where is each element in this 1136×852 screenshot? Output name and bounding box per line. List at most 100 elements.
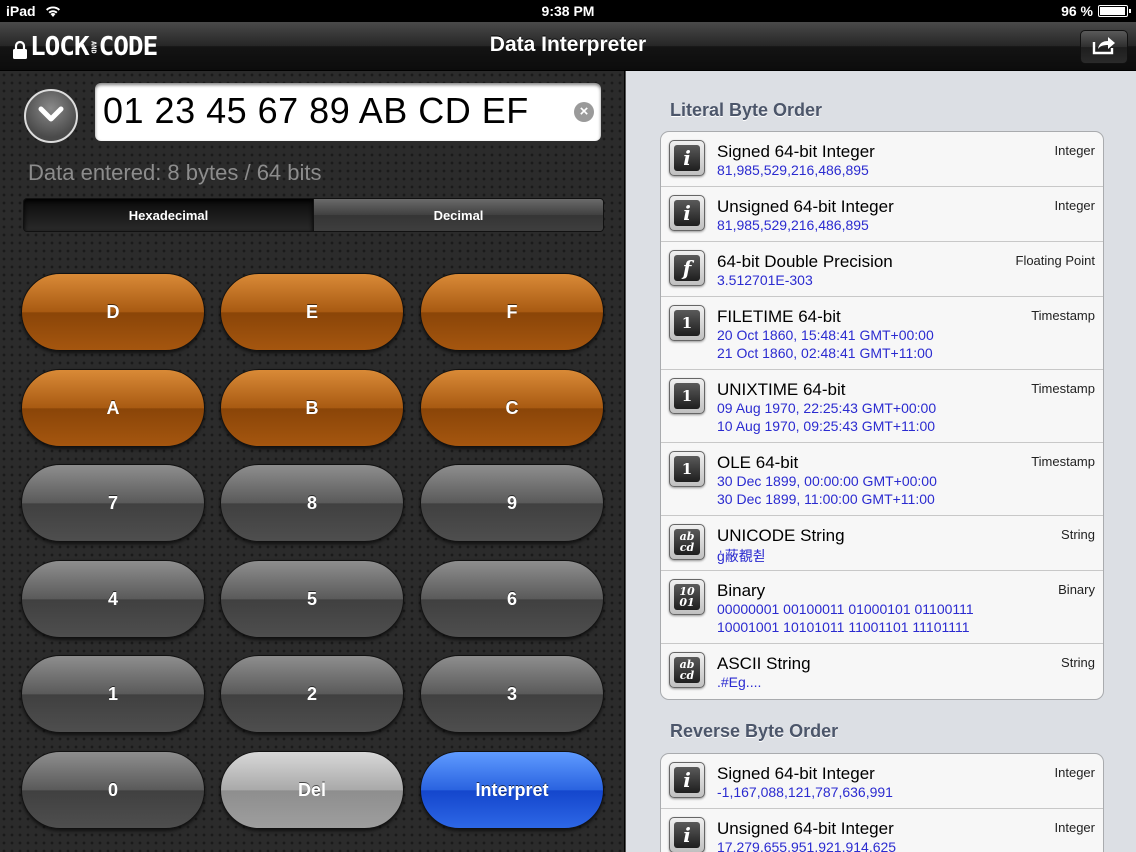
result-value: 17,279,655,951,921,914,625 — [717, 839, 897, 852]
float-icon: f — [669, 250, 705, 286]
result-name: ASCII String — [717, 654, 811, 673]
result-value-local: 30 Dec 1899, 11:00:00 GMT+11:00 — [717, 491, 935, 507]
status-bar: iPad 9:38 PM 96 % — [0, 0, 1136, 22]
result-value-local: 10 Aug 1970, 09:25:43 GMT+11:00 — [717, 418, 936, 434]
result-value: 81,985,529,216,486,895 — [717, 162, 869, 178]
interpret-button[interactable]: Interpret — [420, 751, 604, 829]
data-input[interactable]: 01 23 45 67 89 AB CD EF × — [95, 83, 601, 141]
key-2[interactable]: 2 — [220, 655, 404, 733]
result-name: Unsigned 64-bit Integer — [717, 819, 894, 838]
result-name: UNICODE String — [717, 526, 845, 545]
clock: 9:38 PM — [541, 3, 595, 19]
delete-button[interactable]: Del — [220, 751, 404, 829]
key-7[interactable]: 7 — [21, 464, 205, 542]
result-row-unicode[interactable]: ab cd UNICODE String String ģ蔽覩췯 — [661, 516, 1103, 571]
result-type: Integer — [1054, 198, 1095, 213]
literal-results-group: i Signed 64-bit Integer Integer 81,985,5… — [660, 131, 1104, 700]
result-name: Signed 64-bit Integer — [717, 142, 875, 161]
result-type: Binary — [1058, 582, 1095, 597]
result-name: OLE 64-bit — [717, 453, 799, 472]
base-segmented-control: Hexadecimal Decimal — [23, 198, 604, 232]
result-row-signed-int-reverse[interactable]: i Signed 64-bit Integer Integer -1,167,0… — [661, 754, 1103, 809]
result-name: Unsigned 64-bit Integer — [717, 197, 894, 216]
section-header-literal: Literal Byte Order — [670, 100, 823, 120]
data-input-value: 01 23 45 67 89 AB CD EF — [103, 90, 529, 131]
share-icon — [1091, 35, 1117, 60]
battery-fill — [1100, 7, 1125, 15]
string-icon: ab cd — [669, 524, 705, 560]
result-type: Timestamp — [1031, 454, 1095, 469]
key-9[interactable]: 9 — [420, 464, 604, 542]
result-name: Signed 64-bit Integer — [717, 764, 875, 783]
result-name: Binary — [717, 581, 766, 600]
result-row-double[interactable]: f 64-bit Double Precision Floating Point… — [661, 242, 1103, 297]
result-value: ģ蔽覩췯 — [717, 548, 766, 564]
string-icon: ab cd — [669, 652, 705, 688]
result-type: String — [1061, 527, 1095, 542]
result-value: 00000001 00100011 01000101 01100111 — [717, 601, 974, 617]
calendar-icon: 1 — [669, 378, 705, 414]
result-row-unixtime[interactable]: 1 UNIXTIME 64-bit Timestamp 09 Aug 1970,… — [661, 370, 1103, 443]
key-a[interactable]: A — [21, 369, 205, 447]
binary-icon: 10 01 — [669, 579, 705, 615]
key-3[interactable]: 3 — [420, 655, 604, 733]
key-6[interactable]: 6 — [420, 560, 604, 638]
key-e[interactable]: E — [220, 273, 404, 351]
integer-icon: i — [669, 195, 705, 231]
result-type: Timestamp — [1031, 381, 1095, 396]
result-value: .#Eg.... — [717, 674, 762, 690]
key-b[interactable]: B — [220, 369, 404, 447]
results-panel[interactable]: Literal Byte Order i Signed 64-bit Integ… — [625, 71, 1136, 852]
result-name: UNIXTIME 64-bit — [717, 380, 846, 399]
segment-decimal[interactable]: Decimal — [313, 199, 603, 231]
result-value: -1,167,088,121,787,636,991 — [717, 784, 893, 800]
battery-icon — [1098, 5, 1131, 17]
result-value-local: 21 Oct 1860, 02:48:41 GMT+11:00 — [717, 345, 933, 361]
battery-percent: 96 % — [1061, 3, 1093, 19]
result-value: 20 Oct 1860, 15:48:41 GMT+00:00 — [717, 327, 934, 343]
integer-icon: i — [669, 817, 705, 852]
result-name: 64-bit Double Precision — [717, 252, 893, 271]
calendar-icon: 1 — [669, 451, 705, 487]
key-5[interactable]: 5 — [220, 560, 404, 638]
result-row-unsigned-int-reverse[interactable]: i Unsigned 64-bit Integer Integer 17,279… — [661, 809, 1103, 852]
result-value-line2: 10001001 10101011 11001101 11101111 — [717, 619, 970, 635]
result-row-unsigned-int[interactable]: i Unsigned 64-bit Integer Integer 81,985… — [661, 187, 1103, 242]
result-type: String — [1061, 655, 1095, 670]
data-entered-label: Data entered: 8 bytes / 64 bits — [28, 160, 322, 185]
result-row-ascii[interactable]: ab cd ASCII String String .#Eg.... — [661, 644, 1103, 699]
clear-icon[interactable]: × — [574, 102, 594, 122]
key-8[interactable]: 8 — [220, 464, 404, 542]
reverse-results-group: i Signed 64-bit Integer Integer -1,167,0… — [660, 753, 1104, 852]
key-f[interactable]: F — [420, 273, 604, 351]
page-title: Data Interpreter — [489, 33, 647, 56]
integer-icon: i — [669, 762, 705, 798]
result-type: Timestamp — [1031, 308, 1095, 323]
result-type: Integer — [1054, 143, 1095, 158]
key-4[interactable]: 4 — [21, 560, 205, 638]
result-row-filetime[interactable]: 1 FILETIME 64-bit Timestamp 20 Oct 1860,… — [661, 297, 1103, 370]
key-1[interactable]: 1 — [21, 655, 205, 733]
key-d[interactable]: D — [21, 273, 205, 351]
navigation-bar: LOCK AND CODE Data Interpreter — [0, 22, 1136, 71]
result-row-binary[interactable]: 10 01 Binary Binary 00000001 00100011 010… — [661, 571, 1103, 644]
result-row-signed-int[interactable]: i Signed 64-bit Integer Integer 81,985,5… — [661, 132, 1103, 187]
collapse-button[interactable] — [24, 89, 78, 143]
result-type: Integer — [1054, 765, 1095, 780]
keypad-panel: 01 23 45 67 89 AB CD EF × Data entered: … — [0, 71, 624, 852]
section-header-reverse: Reverse Byte Order — [670, 721, 839, 741]
result-value: 30 Dec 1899, 00:00:00 GMT+00:00 — [717, 473, 937, 489]
segment-hexadecimal[interactable]: Hexadecimal — [24, 199, 313, 231]
share-button[interactable] — [1080, 30, 1128, 64]
result-value: 81,985,529,216,486,895 — [717, 217, 869, 233]
calendar-icon: 1 — [669, 305, 705, 341]
result-row-ole[interactable]: 1 OLE 64-bit Timestamp 30 Dec 1899, 00:0… — [661, 443, 1103, 516]
result-type: Floating Point — [1015, 253, 1096, 268]
key-0[interactable]: 0 — [21, 751, 205, 829]
result-value: 3.512701E-303 — [717, 272, 813, 288]
result-value: 09 Aug 1970, 22:25:43 GMT+00:00 — [717, 400, 937, 416]
key-c[interactable]: C — [420, 369, 604, 447]
integer-icon: i — [669, 140, 705, 176]
chevron-down-icon — [37, 105, 65, 128]
result-name: FILETIME 64-bit — [717, 307, 841, 326]
